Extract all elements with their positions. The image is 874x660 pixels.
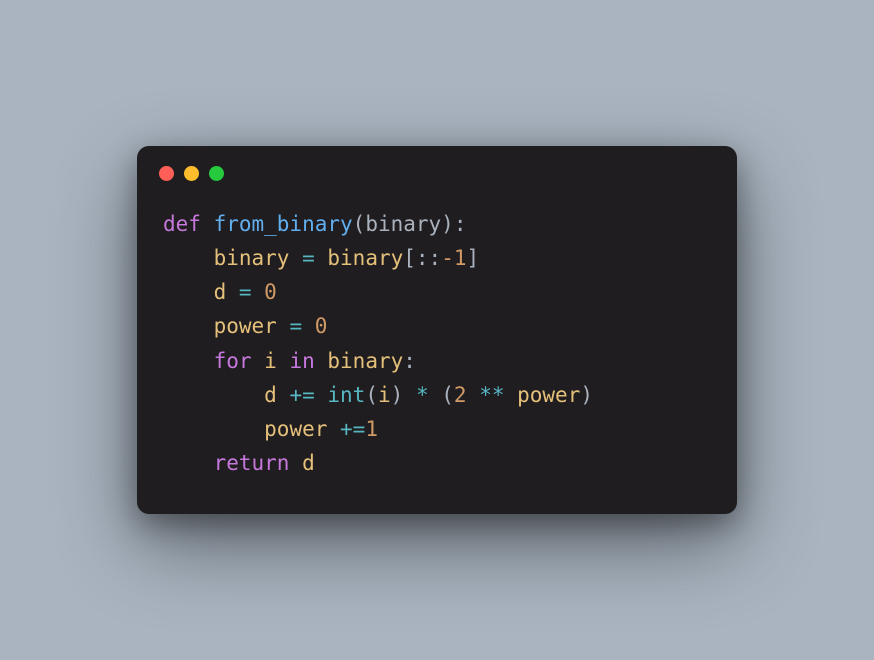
code-token: += xyxy=(289,383,327,407)
code-token: d xyxy=(264,383,289,407)
code-token: 2 xyxy=(454,383,479,407)
code-token: int xyxy=(327,383,365,407)
code-line: power = 0 xyxy=(163,309,711,343)
code-window: def from_binary(binary): binary = binary… xyxy=(137,146,737,513)
code-token: i xyxy=(264,349,289,373)
code-token: power xyxy=(517,383,580,407)
code-line: def from_binary(binary): xyxy=(163,207,711,241)
close-icon[interactable] xyxy=(159,166,174,181)
code-line: return d xyxy=(163,446,711,480)
code-token: ] xyxy=(466,246,479,270)
zoom-icon[interactable] xyxy=(209,166,224,181)
code-token: binary xyxy=(214,246,303,270)
code-token: * xyxy=(416,383,441,407)
code-token: [:: xyxy=(403,246,441,270)
code-token: 1 xyxy=(365,417,378,441)
code-token: ) xyxy=(391,383,416,407)
code-token: d xyxy=(214,280,239,304)
minimize-icon[interactable] xyxy=(184,166,199,181)
code-token: = xyxy=(239,280,264,304)
code-token: from_binary xyxy=(214,212,353,236)
code-token: binary xyxy=(327,349,403,373)
code-block: def from_binary(binary): binary = binary… xyxy=(137,189,737,513)
code-token: power xyxy=(214,314,290,338)
code-line: d += int(i) * (2 ** power) xyxy=(163,378,711,412)
code-token: = xyxy=(289,314,314,338)
code-token: power xyxy=(264,417,340,441)
code-token: -1 xyxy=(441,246,466,270)
code-token: ): xyxy=(441,212,466,236)
code-token: ( xyxy=(365,383,378,407)
code-token: 0 xyxy=(315,314,328,338)
code-token: binary xyxy=(327,246,403,270)
code-line: d = 0 xyxy=(163,275,711,309)
code-token: binary xyxy=(365,212,441,236)
code-token: ( xyxy=(353,212,366,236)
code-line: for i in binary: xyxy=(163,344,711,378)
code-token: i xyxy=(378,383,391,407)
code-token: = xyxy=(302,246,327,270)
code-token: return xyxy=(214,451,303,475)
code-line: binary = binary[::-1] xyxy=(163,241,711,275)
code-line: power +=1 xyxy=(163,412,711,446)
code-token: in xyxy=(289,349,327,373)
code-token: ** xyxy=(479,383,517,407)
code-token: d xyxy=(302,451,315,475)
code-token: 0 xyxy=(264,280,277,304)
code-token: ) xyxy=(580,383,593,407)
code-token: ( xyxy=(441,383,454,407)
titlebar xyxy=(137,146,737,189)
code-token: : xyxy=(403,349,416,373)
code-token: def xyxy=(163,212,214,236)
code-token: += xyxy=(340,417,365,441)
code-token: for xyxy=(214,349,265,373)
